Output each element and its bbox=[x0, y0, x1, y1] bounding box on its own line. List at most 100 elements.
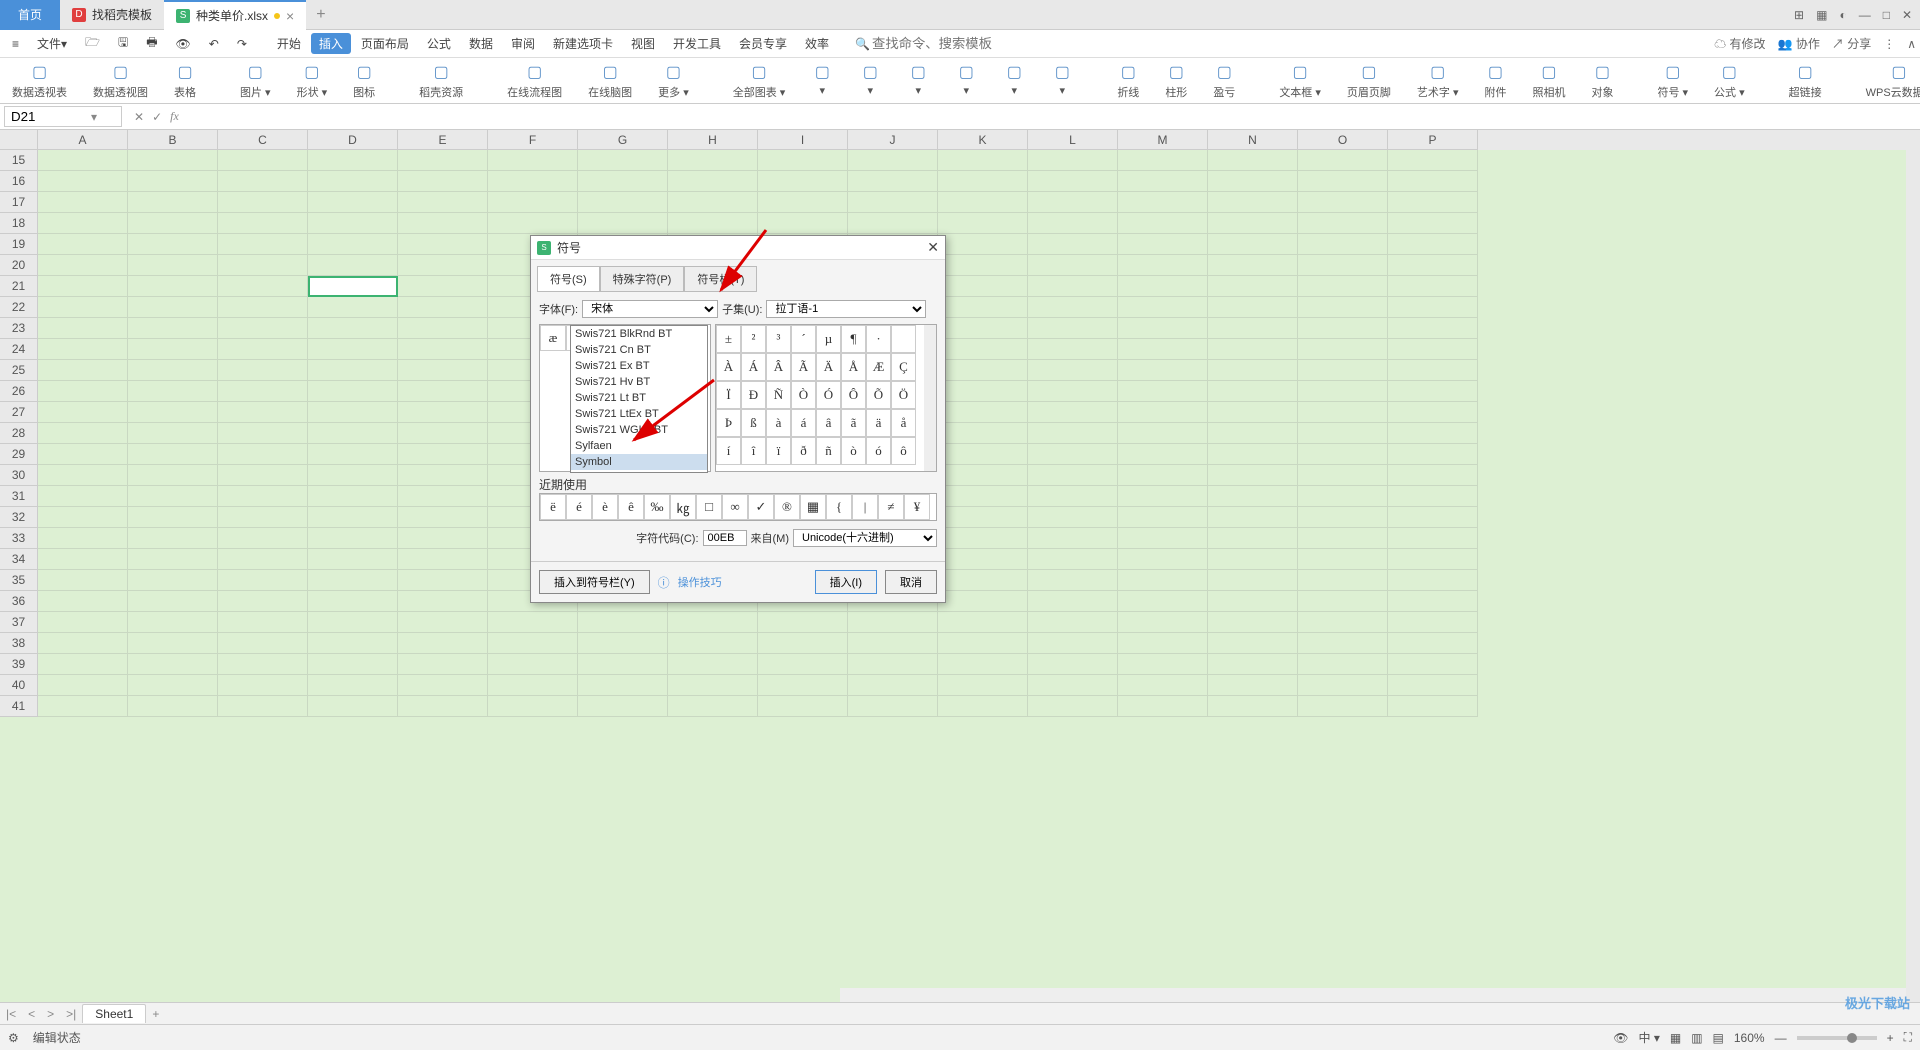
cell[interactable] bbox=[1208, 549, 1298, 570]
cell[interactable] bbox=[128, 633, 218, 654]
symbol-cell[interactable] bbox=[891, 325, 916, 353]
preview-icon[interactable]: 👁 bbox=[168, 35, 199, 53]
zoom-in-icon[interactable]: + bbox=[1887, 1031, 1894, 1045]
cell[interactable] bbox=[1208, 528, 1298, 549]
symbol-cell[interactable]: Ñ bbox=[766, 381, 791, 409]
font-list-item[interactable]: Swis721 Hv BT bbox=[571, 374, 707, 390]
cell[interactable] bbox=[668, 171, 758, 192]
cell[interactable] bbox=[38, 549, 128, 570]
add-sheet-button[interactable]: + bbox=[146, 1007, 165, 1021]
toolbar-pie-chart-icon[interactable]: ▢ ▾ bbox=[901, 60, 935, 98]
font-list-item[interactable]: Swis721 WGL4 BT bbox=[571, 422, 707, 438]
cell[interactable] bbox=[668, 150, 758, 171]
cell[interactable] bbox=[38, 297, 128, 318]
cell[interactable] bbox=[398, 402, 488, 423]
recent-symbols-grid[interactable]: ëéèê‰㎏□∞✓®▦{|≠¥ bbox=[539, 493, 937, 521]
menu-member[interactable]: 会员专享 bbox=[731, 33, 795, 54]
row-header[interactable]: 22 bbox=[0, 297, 38, 318]
cell[interactable] bbox=[848, 150, 938, 171]
cell[interactable] bbox=[1208, 465, 1298, 486]
cell[interactable] bbox=[1118, 381, 1208, 402]
cell[interactable] bbox=[398, 192, 488, 213]
cell[interactable] bbox=[398, 213, 488, 234]
cell[interactable] bbox=[668, 192, 758, 213]
minimize-icon[interactable]: — bbox=[1859, 8, 1871, 22]
recent-symbol-cell[interactable]: { bbox=[826, 494, 852, 520]
undo-icon[interactable]: ↶ bbox=[201, 35, 227, 53]
toolbar-image-icon[interactable]: ▢图片 ▾ bbox=[234, 60, 277, 101]
cell[interactable] bbox=[1028, 276, 1118, 297]
cell[interactable] bbox=[1028, 423, 1118, 444]
cell[interactable] bbox=[848, 654, 938, 675]
symbol-cell[interactable]: â bbox=[816, 409, 841, 437]
toolbar-pivot-chart-icon[interactable]: ▢数据透视图 bbox=[87, 60, 154, 101]
cell[interactable] bbox=[1028, 402, 1118, 423]
cell[interactable] bbox=[1388, 255, 1478, 276]
command-search-input[interactable] bbox=[872, 36, 1032, 51]
cell[interactable] bbox=[38, 591, 128, 612]
cell[interactable] bbox=[38, 570, 128, 591]
row-header[interactable]: 30 bbox=[0, 465, 38, 486]
zoom-slider[interactable] bbox=[1797, 1036, 1877, 1040]
cell[interactable] bbox=[38, 444, 128, 465]
cell[interactable] bbox=[1388, 276, 1478, 297]
cell[interactable] bbox=[308, 297, 398, 318]
toolbar-clouddata-icon[interactable]: ▢WPS云数据 ▾ bbox=[1860, 60, 1920, 101]
avatar-icon[interactable]: ◐ bbox=[1839, 8, 1846, 22]
ime-icon[interactable]: 中 ▾ bbox=[1638, 1029, 1659, 1046]
cell[interactable] bbox=[218, 255, 308, 276]
cell[interactable] bbox=[398, 570, 488, 591]
cell[interactable] bbox=[1298, 444, 1388, 465]
recent-symbol-cell[interactable]: ë bbox=[540, 494, 566, 520]
print-icon[interactable]: 🖶 bbox=[138, 31, 165, 56]
cell[interactable] bbox=[1388, 633, 1478, 654]
cell[interactable] bbox=[1118, 570, 1208, 591]
cell[interactable] bbox=[1208, 486, 1298, 507]
cell[interactable] bbox=[578, 213, 668, 234]
cell[interactable] bbox=[218, 654, 308, 675]
layout-icon[interactable]: ⊞ bbox=[1794, 8, 1804, 22]
toolbar-shapes-icon[interactable]: ▢形状 ▾ bbox=[291, 60, 334, 101]
cell[interactable] bbox=[1028, 591, 1118, 612]
cell[interactable] bbox=[38, 402, 128, 423]
cell[interactable] bbox=[1118, 465, 1208, 486]
dialog-tab-symbols[interactable]: 符号(S) bbox=[537, 266, 600, 292]
cell[interactable] bbox=[1118, 633, 1208, 654]
cell[interactable] bbox=[1208, 381, 1298, 402]
cell[interactable] bbox=[308, 507, 398, 528]
symbol-cell[interactable]: ¶ bbox=[841, 325, 866, 353]
cell[interactable] bbox=[938, 444, 1028, 465]
toolbar-line-chart-icon[interactable]: ▢ ▾ bbox=[853, 60, 887, 98]
cell[interactable] bbox=[218, 171, 308, 192]
tips-link[interactable]: 操作技巧 bbox=[678, 574, 722, 590]
row-header[interactable]: 36 bbox=[0, 591, 38, 612]
cell[interactable] bbox=[1028, 234, 1118, 255]
cell[interactable] bbox=[1118, 675, 1208, 696]
cell[interactable] bbox=[128, 549, 218, 570]
cell[interactable] bbox=[128, 192, 218, 213]
cell[interactable] bbox=[128, 423, 218, 444]
zoom-out-icon[interactable]: — bbox=[1775, 1031, 1787, 1045]
cell[interactable] bbox=[488, 675, 578, 696]
cell[interactable] bbox=[1208, 171, 1298, 192]
cell[interactable] bbox=[308, 570, 398, 591]
insert-to-bar-button[interactable]: 插入到符号栏(Y) bbox=[539, 570, 650, 594]
cell[interactable] bbox=[218, 444, 308, 465]
cell[interactable] bbox=[938, 213, 1028, 234]
font-list-item[interactable]: Swis721 Lt BT bbox=[571, 390, 707, 406]
cell-reference-input[interactable] bbox=[11, 109, 91, 124]
toolbar-wordart-icon[interactable]: ▢艺术字 ▾ bbox=[1411, 60, 1465, 101]
close-window-icon[interactable]: ✕ bbox=[1902, 8, 1912, 22]
col-header[interactable]: O bbox=[1298, 130, 1388, 150]
cell[interactable] bbox=[1298, 423, 1388, 444]
recent-symbol-cell[interactable]: ∞ bbox=[722, 494, 748, 520]
cell[interactable] bbox=[218, 192, 308, 213]
cell[interactable] bbox=[38, 528, 128, 549]
font-list-item[interactable]: Symbol bbox=[571, 454, 707, 470]
symbol-cell[interactable]: î bbox=[741, 437, 766, 465]
menu-insert[interactable]: 插入 bbox=[311, 33, 351, 54]
cell[interactable] bbox=[38, 633, 128, 654]
cell[interactable] bbox=[218, 381, 308, 402]
cell[interactable] bbox=[1208, 339, 1298, 360]
symbol-cell[interactable]: · bbox=[866, 325, 891, 353]
